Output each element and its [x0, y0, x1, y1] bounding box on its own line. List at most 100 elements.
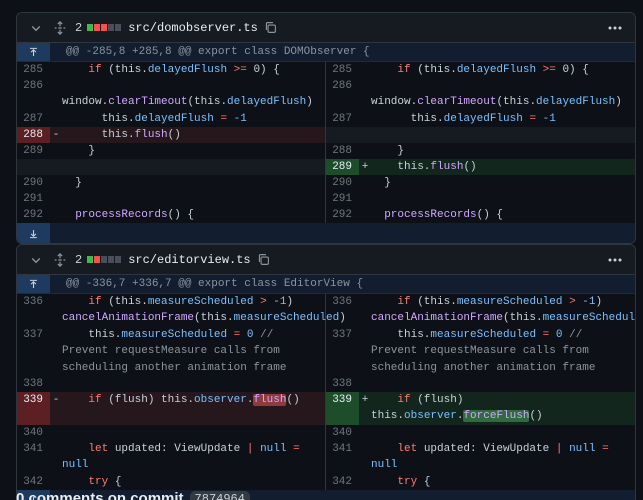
line-number[interactable]: 285: [17, 62, 50, 78]
code-token: (this.: [101, 64, 148, 76]
line-number[interactable]: 340: [17, 425, 50, 441]
diff-sign: [359, 175, 371, 191]
diff-sign: [50, 376, 62, 392]
diffstat-neu-square: [101, 256, 108, 263]
code-token: try: [397, 476, 418, 488]
line-number[interactable]: 289: [17, 143, 50, 159]
line-number[interactable]: 288: [326, 143, 359, 159]
chevron-down-icon[interactable]: [25, 249, 47, 271]
line-number[interactable]: 338: [17, 376, 50, 392]
line-number[interactable]: 342: [326, 474, 359, 490]
line-number[interactable]: 292: [17, 207, 50, 223]
diff-sign: +: [361, 161, 369, 173]
context-line: 290 }: [17, 175, 325, 191]
code-token: (this.: [496, 96, 537, 109]
unfold-icon[interactable]: [49, 17, 71, 39]
line-number[interactable]: 339: [17, 392, 50, 425]
line-number[interactable]: 290: [17, 175, 50, 191]
code-token: }: [371, 177, 391, 189]
context-line: 338: [326, 376, 635, 392]
line-number[interactable]: 337: [326, 327, 359, 376]
change-count: 2: [75, 252, 83, 267]
code-token: =: [602, 443, 609, 455]
code-token: ): [595, 296, 609, 308]
code-text: window.clearTimeout(this.delayedFlush): [371, 78, 635, 111]
line-number[interactable]: 336: [17, 294, 50, 327]
hunk-footer: [17, 223, 635, 243]
kebab-menu-icon[interactable]: [605, 250, 625, 270]
line-number[interactable]: 292: [326, 207, 359, 223]
code-token: () {: [476, 209, 504, 221]
deleted-line: 339- if (flush) this.observer.flush(): [17, 392, 325, 425]
commit-hash-badge[interactable]: 7874964: [189, 490, 250, 500]
expand-up-icon[interactable]: [17, 43, 50, 61]
expand-down-icon[interactable]: [17, 223, 50, 243]
line-number[interactable]: 341: [326, 441, 359, 474]
code-text: let updated: ViewUpdate | null = null: [62, 441, 325, 474]
line-number[interactable]: [326, 127, 359, 143]
code-text: this.measureScheduled = 0 // Prevent req…: [371, 327, 635, 376]
comments-heading: 0 comments on commit 7874964: [16, 490, 250, 500]
line-number[interactable]: 338: [326, 376, 359, 392]
code-token: null: [62, 459, 89, 472]
diff-file-editorview: 2 src/editorview.ts @@ -336,7 +336,7 @@ …: [16, 244, 636, 500]
file-path-link[interactable]: src/editorview.ts: [128, 253, 250, 267]
diffstat-neu-square: [115, 256, 122, 263]
context-line: 286 window.clearTimeout(this.delayedFlus…: [326, 78, 635, 111]
split-diff: 285 if (this.delayedFlush >= 0) {286 win…: [17, 62, 635, 223]
code-token: delayedFlush: [134, 113, 214, 125]
code-token: delayedFlush: [536, 96, 616, 109]
line-number[interactable]: 288: [17, 127, 50, 143]
line-number[interactable]: 287: [17, 111, 50, 127]
line-number[interactable]: 290: [326, 175, 359, 191]
unfold-icon[interactable]: [49, 249, 71, 271]
line-number[interactable]: 291: [326, 191, 359, 207]
code-text: try {: [62, 474, 325, 490]
line-number[interactable]: 291: [17, 191, 50, 207]
diff-sign: [359, 207, 371, 223]
context-line: 292 processRecords() {: [326, 207, 635, 223]
line-number[interactable]: 287: [326, 111, 359, 127]
code-token: delayedFlush: [227, 96, 307, 109]
kebab-menu-icon[interactable]: [605, 18, 625, 38]
context-line: 289 }: [17, 143, 325, 159]
context-line: 337 this.measureScheduled = 0 // Prevent…: [17, 327, 325, 376]
context-line: 341 let updated: ViewUpdate | null = nul…: [17, 441, 325, 474]
copy-icon[interactable]: [257, 252, 273, 268]
line-number[interactable]: 339: [326, 392, 359, 425]
code-token: ): [615, 96, 622, 109]
diffstat-neu-square: [115, 24, 122, 31]
diff-sign: [50, 425, 62, 441]
line-number[interactable]: 342: [17, 474, 50, 490]
code-text: this.flush(): [62, 127, 325, 143]
expand-up-icon[interactable]: [17, 275, 50, 293]
line-number[interactable]: 286: [326, 78, 359, 111]
line-number[interactable]: 340: [326, 425, 359, 441]
deleted-line: 288- this.flush(): [17, 127, 325, 143]
context-line: 340: [17, 425, 325, 441]
line-number[interactable]: 286: [17, 78, 50, 111]
code-token: if: [397, 296, 411, 308]
chevron-down-icon[interactable]: [25, 17, 47, 39]
code-token: measureScheduled: [456, 296, 563, 308]
line-number[interactable]: 289: [326, 159, 359, 175]
diff-sign: [359, 425, 371, 441]
code-token: this.: [371, 329, 431, 341]
code-text: this.delayedFlush = -1: [371, 111, 635, 127]
copy-icon[interactable]: [264, 20, 280, 36]
line-number[interactable]: [17, 159, 50, 175]
line-number[interactable]: 341: [17, 441, 50, 474]
line-number[interactable]: 285: [326, 62, 359, 78]
line-number[interactable]: 336: [326, 294, 359, 327]
context-line: 337 this.measureScheduled = 0 // Prevent…: [326, 327, 635, 376]
file-path-link[interactable]: src/domobserver.ts: [128, 21, 258, 35]
code-token: ): [286, 296, 300, 308]
line-number[interactable]: 337: [17, 327, 50, 376]
code-token: (): [286, 394, 300, 406]
